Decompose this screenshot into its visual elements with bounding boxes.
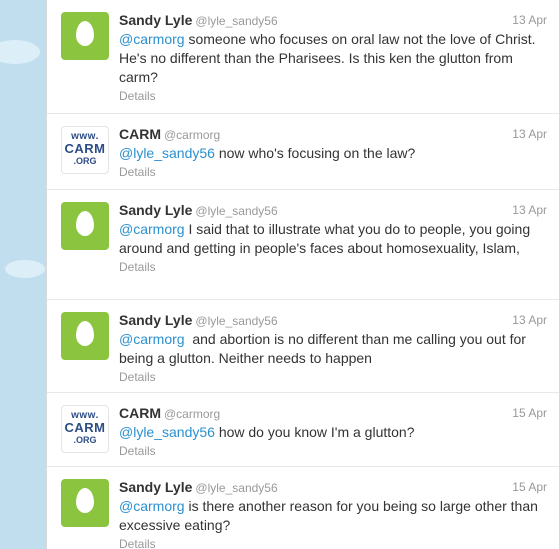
- carm-logo-name: CARM: [64, 141, 106, 156]
- tweet-details-link[interactable]: Details: [119, 89, 547, 104]
- tweet-username[interactable]: @lyle_sandy56: [195, 314, 277, 328]
- tweet-details-link[interactable]: Details: [119, 537, 547, 549]
- tweet-item[interactable]: Sandy Lyle @lyle_sandy56 15 Apr @carmorg …: [47, 467, 559, 549]
- tweet-fullname[interactable]: Sandy Lyle: [119, 312, 192, 328]
- egg-icon: [76, 211, 94, 236]
- avatar-default-egg[interactable]: [61, 202, 109, 250]
- tweet-header: Sandy Lyle @lyle_sandy56 13 Apr: [119, 11, 547, 29]
- tweet-username[interactable]: @lyle_sandy56: [195, 481, 277, 495]
- tweet-timestamp[interactable]: 15 Apr: [512, 404, 547, 422]
- tweet-mention-link[interactable]: @carmorg: [119, 221, 185, 237]
- tweet-header: Sandy Lyle @lyle_sandy56 13 Apr: [119, 311, 547, 329]
- tweet-content: Sandy Lyle @lyle_sandy56 15 Apr @carmorg …: [119, 478, 547, 549]
- background-cloud: [0, 40, 40, 64]
- tweet-timestamp[interactable]: 13 Apr: [512, 125, 547, 143]
- tweet-mention-link[interactable]: @carmorg: [119, 498, 185, 514]
- egg-icon: [76, 21, 94, 46]
- tweet-content: CARM @carmorg 13 Apr @lyle_sandy56 now wh…: [119, 125, 547, 180]
- avatar-carm-logo[interactable]: www. CARM .ORG: [61, 405, 109, 453]
- background-cloud: [5, 260, 45, 278]
- tweet-text: @carmorg and abortion is no different th…: [119, 330, 547, 368]
- tweet-header: Sandy Lyle @lyle_sandy56 15 Apr: [119, 478, 547, 496]
- carm-logo-org: .ORG: [73, 435, 97, 445]
- tweet-fullname[interactable]: Sandy Lyle: [119, 12, 192, 28]
- tweet-header: Sandy Lyle @lyle_sandy56 13 Apr: [119, 201, 547, 219]
- tweet-mention-link[interactable]: @lyle_sandy56: [119, 424, 215, 440]
- egg-icon: [76, 321, 94, 346]
- page-background-left: [0, 0, 46, 549]
- tweet-username[interactable]: @carmorg: [164, 128, 220, 142]
- tweet-timeline: Sandy Lyle @lyle_sandy56 13 Apr @carmorg …: [46, 0, 560, 549]
- tweet-fullname[interactable]: Sandy Lyle: [119, 479, 192, 495]
- tweet-header: CARM @carmorg 13 Apr: [119, 125, 547, 143]
- avatar-default-egg[interactable]: [61, 312, 109, 360]
- tweet-item[interactable]: www. CARM .ORG CARM @carmorg 13 Apr @lyle…: [47, 114, 559, 190]
- avatar-default-egg[interactable]: [61, 12, 109, 60]
- avatar-default-egg[interactable]: [61, 479, 109, 527]
- tweet-fullname[interactable]: CARM: [119, 126, 161, 142]
- egg-icon: [76, 488, 94, 513]
- tweet-fullname[interactable]: Sandy Lyle: [119, 202, 192, 218]
- tweet-fullname[interactable]: CARM: [119, 405, 161, 421]
- tweet-mention-link[interactable]: @carmorg: [119, 331, 185, 347]
- tweet-details-link[interactable]: Details: [119, 370, 547, 385]
- tweet-text: @lyle_sandy56 now who's focusing on the …: [119, 144, 547, 163]
- tweet-details-link[interactable]: Details: [119, 260, 547, 275]
- tweet-item[interactable]: Sandy Lyle @lyle_sandy56 13 Apr @carmorg …: [47, 0, 559, 114]
- tweet-header: CARM @carmorg 15 Apr: [119, 404, 547, 422]
- tweet-text: @carmorg I said that to illustrate what …: [119, 220, 547, 258]
- tweet-text: @lyle_sandy56 how do you know I'm a glut…: [119, 423, 547, 442]
- tweet-details-link[interactable]: Details: [119, 165, 547, 180]
- carm-logo-org: .ORG: [73, 156, 97, 166]
- tweet-username[interactable]: @lyle_sandy56: [195, 14, 277, 28]
- tweet-mention-link[interactable]: @lyle_sandy56: [119, 145, 215, 161]
- tweet-body: how do you know I'm a glutton?: [214, 424, 415, 440]
- tweet-timestamp[interactable]: 15 Apr: [512, 478, 547, 496]
- tweet-mention-link[interactable]: @carmorg: [119, 31, 185, 47]
- tweet-details-link[interactable]: Details: [119, 444, 547, 459]
- tweet-text: @carmorg someone who focuses on oral law…: [119, 30, 547, 87]
- tweet-content: CARM @carmorg 15 Apr @lyle_sandy56 how do…: [119, 404, 547, 459]
- tweet-body: now who's focusing on the law?: [214, 145, 416, 161]
- tweet-content: Sandy Lyle @lyle_sandy56 13 Apr @carmorg …: [119, 11, 547, 104]
- tweet-username[interactable]: @lyle_sandy56: [195, 204, 277, 218]
- tweet-timestamp[interactable]: 13 Apr: [512, 201, 547, 219]
- tweet-content: Sandy Lyle @lyle_sandy56 13 Apr @carmorg …: [119, 201, 547, 275]
- tweet-text: @carmorg is there another reason for you…: [119, 497, 547, 535]
- tweet-item[interactable]: Sandy Lyle @lyle_sandy56 13 Apr @carmorg …: [47, 190, 559, 300]
- tweet-item[interactable]: Sandy Lyle @lyle_sandy56 13 Apr @carmorg …: [47, 300, 559, 393]
- tweet-username[interactable]: @carmorg: [164, 407, 220, 421]
- carm-logo-name: CARM: [64, 420, 106, 435]
- tweet-timestamp[interactable]: 13 Apr: [512, 311, 547, 329]
- avatar-carm-logo[interactable]: www. CARM .ORG: [61, 126, 109, 174]
- tweet-item[interactable]: www. CARM .ORG CARM @carmorg 15 Apr @lyle…: [47, 393, 559, 467]
- tweet-timestamp[interactable]: 13 Apr: [512, 11, 547, 29]
- tweet-content: Sandy Lyle @lyle_sandy56 13 Apr @carmorg …: [119, 311, 547, 385]
